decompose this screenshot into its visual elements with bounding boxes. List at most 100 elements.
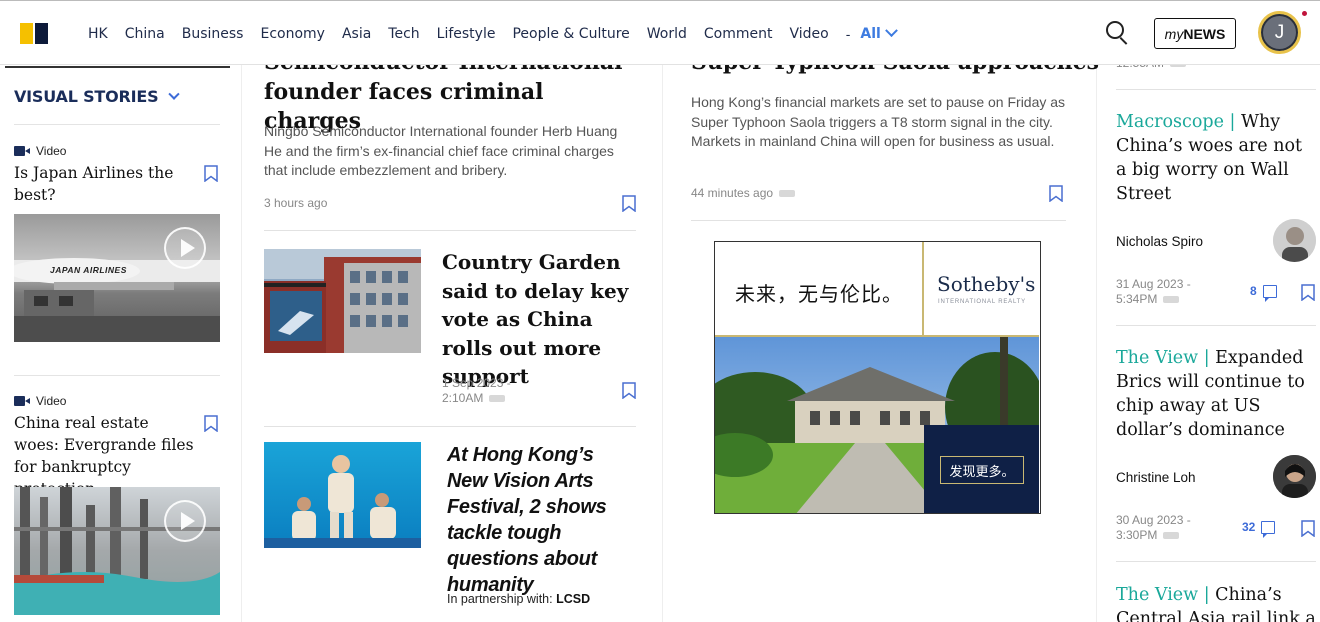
advertisement-sothebys[interactable]: 未来，无与伦比。 Sotheby's INTERNATIONAL REALTY … xyxy=(714,241,1041,514)
article-summary: Ningbo Semiconductor International found… xyxy=(264,123,618,178)
article-time: 5:34PM xyxy=(1116,292,1180,307)
building-image xyxy=(264,249,421,353)
author-portrait xyxy=(1273,455,1316,498)
video-label-text: Video xyxy=(36,144,67,158)
article-time-text: 3:30PM xyxy=(1116,528,1158,542)
mynews-button[interactable]: my NEWS xyxy=(1154,18,1236,49)
nav-asia[interactable]: Asia xyxy=(342,26,371,42)
video-thumbnail[interactable]: JAPAN AIRLINES xyxy=(14,214,220,342)
comment-icon xyxy=(1261,520,1276,538)
comment-count[interactable]: 32 xyxy=(1242,520,1276,538)
author-photo[interactable] xyxy=(1273,455,1316,498)
divider xyxy=(14,124,220,125)
comment-icon xyxy=(1262,284,1277,302)
bookmark-icon[interactable] xyxy=(204,415,218,432)
nav-world[interactable]: World xyxy=(647,26,687,42)
article-summary: Hong Kong’s financial markets are set to… xyxy=(691,94,1066,149)
article-time-text: 5:34PM xyxy=(1116,292,1158,306)
comment-count-value: 8 xyxy=(1250,284,1257,298)
article-timestamp: 3 hours ago xyxy=(264,196,328,210)
bookmark-icon[interactable] xyxy=(1049,185,1063,202)
article-thumbnail[interactable] xyxy=(264,249,421,353)
article-date: 1 Sep 2023 - xyxy=(442,376,511,390)
search-icon[interactable] xyxy=(1106,21,1130,45)
nav-separator: - xyxy=(845,25,851,42)
author-photo[interactable] xyxy=(1273,219,1316,262)
visual-stories-title: VISUAL STORIES xyxy=(14,87,159,106)
nav-lifestyle[interactable]: Lifestyle xyxy=(437,26,496,42)
opinion-kicker: The View | xyxy=(1116,348,1216,368)
divider xyxy=(1116,325,1316,326)
article-thumbnail[interactable] xyxy=(264,442,421,548)
visual-stories-toggle[interactable]: VISUAL STORIES xyxy=(14,87,181,106)
partner-prefix: In partnership with: xyxy=(447,592,553,606)
nav-all-dropdown[interactable]: All xyxy=(860,24,898,42)
divider xyxy=(5,66,230,68)
read-time-icon xyxy=(1163,532,1180,540)
chevron-down-icon xyxy=(168,88,181,100)
video-camera-icon xyxy=(14,146,30,156)
author-portrait xyxy=(1273,219,1316,262)
article-time-text: 2:10AM xyxy=(442,391,484,405)
nav-all-label: All xyxy=(860,25,881,42)
article-time: 3:30PM xyxy=(1116,528,1180,543)
story-link-japan-airlines[interactable]: Is Japan Airlines the best? xyxy=(14,162,194,206)
divider xyxy=(14,375,220,376)
bookmark-icon[interactable] xyxy=(204,165,218,182)
bookmark-icon[interactable] xyxy=(622,195,636,212)
article-date: 30 Aug 2023 - xyxy=(1116,513,1191,527)
read-time-icon xyxy=(489,395,506,403)
bookmark-icon[interactable] xyxy=(622,382,636,399)
video-label: Video xyxy=(14,144,66,158)
nav-tech[interactable]: Tech xyxy=(388,26,419,42)
article-timestamp-text: 44 minutes ago xyxy=(691,186,774,200)
article-time: 2:10AM xyxy=(442,391,506,406)
video-camera-icon xyxy=(14,396,30,406)
bookmark-icon[interactable] xyxy=(1301,520,1315,537)
divider xyxy=(691,220,1066,221)
video-thumbnail[interactable] xyxy=(14,487,220,615)
opinion-kicker: Macroscope | xyxy=(1116,112,1241,132)
nav-china[interactable]: China xyxy=(125,26,165,42)
opinion-link-macroscope[interactable]: Macroscope | Why China’s woes are not a … xyxy=(1116,110,1316,206)
ad-brand-logo: Sotheby's xyxy=(937,272,1036,296)
play-icon[interactable] xyxy=(164,227,206,269)
partner-credit: In partnership with: LCSD xyxy=(447,592,590,606)
headline-country-garden[interactable]: Country Garden said to delay key vote as… xyxy=(442,248,637,391)
nav-video[interactable]: Video xyxy=(789,26,828,42)
visual-stories-panel: VISUAL STORIES Video Is Japan Airlines t… xyxy=(0,65,242,622)
opinion-panel: 12:55AM Macroscope | Why China’s woes ar… xyxy=(1098,56,1320,622)
ad-brand-subtitle: INTERNATIONAL REALTY xyxy=(938,299,1026,305)
author-name[interactable]: Nicholas Spiro xyxy=(1116,234,1203,249)
article-date: 31 Aug 2023 - xyxy=(1116,277,1191,291)
comment-count[interactable]: 8 xyxy=(1250,284,1277,302)
opinion-link-brics[interactable]: The View | Expanded Brics will continue … xyxy=(1116,346,1316,442)
main-nav: HK China Business Economy Asia Tech Life… xyxy=(88,1,913,66)
top-header: HK China Business Economy Asia Tech Life… xyxy=(0,0,1320,65)
nav-economy[interactable]: Economy xyxy=(260,26,324,42)
headline-vision-arts[interactable]: At Hong Kong’s New Vision Arts Festival,… xyxy=(447,442,637,598)
scmp-logo[interactable] xyxy=(20,23,48,44)
mynews-prefix: my xyxy=(1164,25,1184,42)
nav-hk[interactable]: HK xyxy=(88,26,108,42)
opinion-link-central-asia-rail[interactable]: The View | China’s Central Asia rail lin… xyxy=(1116,583,1316,622)
bookmark-icon[interactable] xyxy=(1301,284,1315,301)
nav-comment[interactable]: Comment xyxy=(704,26,773,42)
partner-name: LCSD xyxy=(556,592,591,606)
mynews-suffix: NEWS xyxy=(1183,25,1226,42)
divider xyxy=(1116,561,1316,562)
divider xyxy=(264,230,636,231)
video-label: Video xyxy=(14,394,66,408)
read-time-icon xyxy=(1163,296,1180,304)
airline-livery-text: JAPAN AIRLINES xyxy=(50,265,127,275)
nav-people-culture[interactable]: People & Culture xyxy=(512,26,629,42)
chevron-down-icon xyxy=(884,24,898,38)
play-icon[interactable] xyxy=(164,500,206,542)
ad-discover-more-button[interactable]: 发现更多。 xyxy=(940,456,1024,484)
video-label-text: Video xyxy=(36,394,67,408)
nav-business[interactable]: Business xyxy=(182,26,244,42)
ad-tagline: 未来，无与伦比。 xyxy=(735,282,903,306)
news-column-center: Super Typhoon Saola approaches Hong Kong… xyxy=(662,49,1099,622)
author-name[interactable]: Christine Loh xyxy=(1116,470,1196,485)
user-avatar[interactable]: J xyxy=(1258,11,1301,54)
